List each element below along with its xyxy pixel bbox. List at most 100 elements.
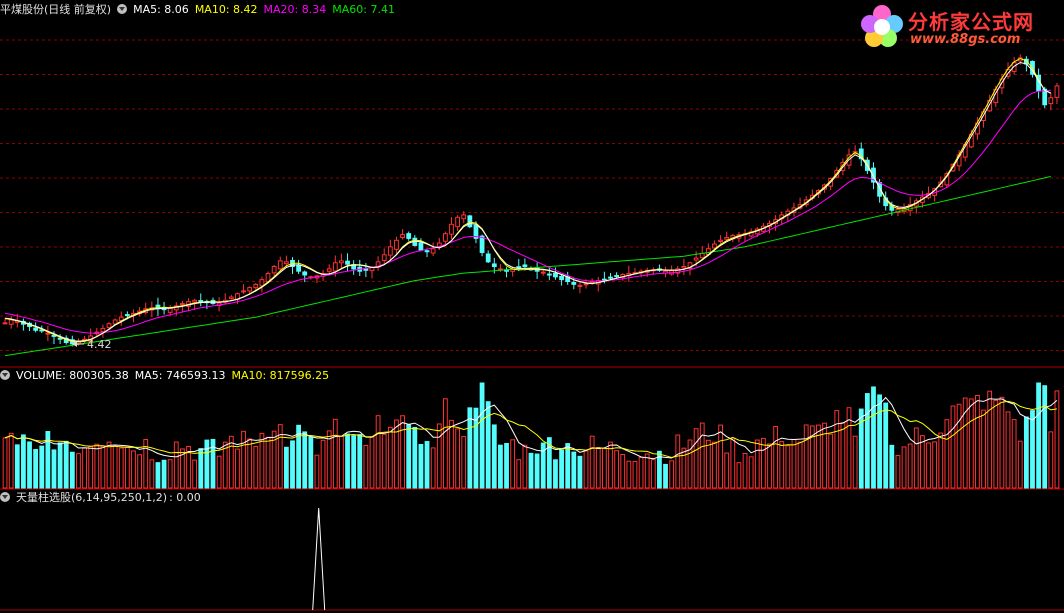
volume-bar <box>14 444 20 489</box>
volume-bar <box>424 441 430 489</box>
volume-toggle-icon[interactable] <box>0 370 10 380</box>
candle-body <box>485 253 491 263</box>
candle-body <box>1048 97 1054 105</box>
volume-bar <box>118 447 124 489</box>
volume-bar <box>76 453 81 489</box>
volume-bar <box>981 409 986 489</box>
indicator-label: 天量柱选股(6,14,95,250,1,2) <box>16 491 168 504</box>
volume-bar <box>987 390 993 489</box>
volume-bar <box>21 434 26 489</box>
volume-bar <box>840 422 846 489</box>
volume-bar <box>932 441 938 489</box>
candle-body <box>106 323 112 329</box>
candle-body <box>559 275 564 281</box>
volume-bar <box>204 439 210 489</box>
volume-bar <box>791 439 797 489</box>
volume-bar <box>742 452 748 489</box>
volume-bar <box>510 439 516 489</box>
candle-body <box>1042 88 1048 106</box>
candlestick-series <box>2 54 1060 347</box>
volume-bar <box>626 460 632 489</box>
volume-bar <box>644 453 650 489</box>
volume-bar <box>228 435 234 489</box>
volume-bar <box>913 427 919 489</box>
volume-ma10-value: MA10: 817596.25 <box>231 369 330 382</box>
candle-body <box>583 283 589 286</box>
volume-bar <box>1054 390 1060 489</box>
volume-bar <box>351 435 357 489</box>
volume-bar <box>1005 411 1011 489</box>
volume-bar <box>406 424 412 489</box>
volume-bar <box>241 430 246 489</box>
candle-body <box>400 234 405 239</box>
volume-bar <box>137 454 142 489</box>
candle-body <box>540 271 546 274</box>
volume-bar <box>357 434 363 489</box>
candle-body <box>681 266 687 269</box>
volume-bar <box>516 459 522 489</box>
ma10-value: MA10: 8.42 <box>194 3 258 16</box>
volume-bar <box>950 405 956 489</box>
volume-bar <box>131 450 136 489</box>
indicator-toggle-icon[interactable] <box>0 492 10 502</box>
volume-bar <box>901 446 907 489</box>
volume-bar <box>442 398 448 489</box>
volume-bar <box>363 444 369 489</box>
volume-bar <box>681 447 687 489</box>
volume-bar <box>926 442 931 489</box>
candle-body <box>614 275 620 278</box>
candle-body <box>522 264 528 268</box>
volume-bar <box>638 456 644 489</box>
logo-url: www.88gs.com <box>910 32 1021 47</box>
ma5-line <box>5 61 1052 342</box>
volume-bar <box>485 401 491 489</box>
volume-bar <box>320 439 326 489</box>
volume-bar <box>1023 416 1029 489</box>
candle-body <box>442 233 448 242</box>
volume-bar <box>577 455 583 489</box>
volume-bar <box>418 443 424 489</box>
candle-body <box>546 273 552 276</box>
candle-body <box>724 236 730 240</box>
candle-body <box>277 260 283 270</box>
chart-canvas[interactable]: 4.42 <box>0 0 1064 613</box>
volume-bar <box>192 459 198 489</box>
candle-body <box>553 272 558 278</box>
candle-body <box>449 223 454 235</box>
volume-bar <box>601 448 607 489</box>
main-chart-header: 平煤股份(日线 前复权) MA5: 8.06 MA10: 8.42 MA20: 8.3… <box>0 2 401 18</box>
volume-bar <box>938 432 944 489</box>
volume-bar <box>375 415 381 489</box>
volume-bar <box>559 449 564 489</box>
candle-body <box>198 300 204 303</box>
site-logo: 分析家公式网 www.88gs.com <box>858 2 1058 52</box>
volume-bar <box>828 433 834 489</box>
candle-body <box>479 235 485 253</box>
volume-bar <box>650 459 656 489</box>
volume-bar <box>149 459 155 489</box>
moving-average-lines <box>5 58 1052 357</box>
volume-value: VOLUME: 800305.38 <box>16 369 129 382</box>
volume-bar <box>39 445 45 489</box>
volume-ma10-line <box>4 400 1057 459</box>
ma20-value: MA20: 8.34 <box>263 3 327 16</box>
panel-toggle-icon[interactable] <box>117 4 128 14</box>
volume-bar <box>889 444 895 489</box>
volume-bar <box>430 447 436 489</box>
volume-bar <box>124 446 130 489</box>
candle-body <box>712 243 717 249</box>
volume-bar <box>504 442 509 489</box>
candle-body <box>271 266 277 274</box>
volume-bar <box>614 450 620 489</box>
candle-body <box>693 257 699 261</box>
candle-body <box>247 287 253 292</box>
volume-bar <box>663 463 668 489</box>
candle-body <box>345 260 350 265</box>
candle-body <box>45 332 51 335</box>
volume-bar <box>455 428 461 489</box>
volume-bar <box>302 431 308 489</box>
candle-body <box>241 290 246 293</box>
volume-bars <box>2 382 1060 489</box>
volume-bar <box>785 445 791 489</box>
volume-bar <box>944 419 950 489</box>
